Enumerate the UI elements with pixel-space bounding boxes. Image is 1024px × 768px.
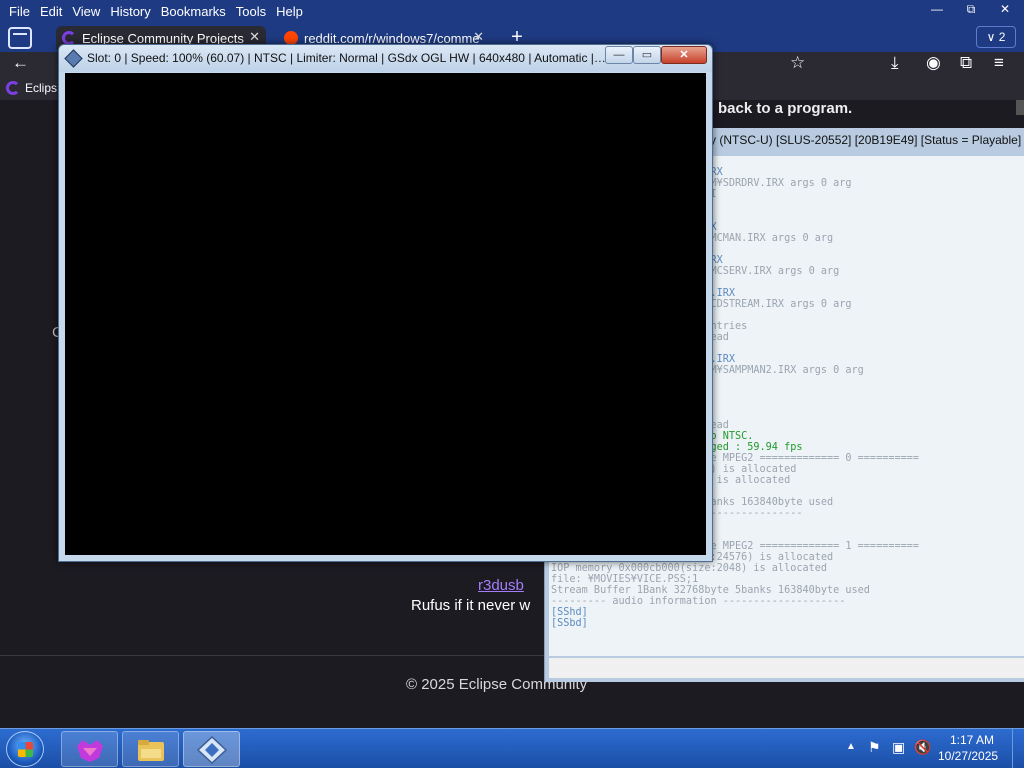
browser-menubar: File Edit View History Bookmarks Tools H… — [0, 0, 1024, 22]
gs-titlebar[interactable]: Slot: 0 | Speed: 100% (60.07) | NTSC | L… — [59, 45, 712, 72]
user-link[interactable]: r3dusb — [478, 577, 524, 594]
gs-render-viewport[interactable] — [65, 73, 706, 555]
download-icon[interactable]: ⤓ — [891, 53, 899, 73]
tab-count-button[interactable]: ∨ 2 — [976, 26, 1016, 48]
menu-history[interactable]: History — [105, 4, 155, 19]
tab-list-icon[interactable] — [8, 27, 32, 49]
eclipse-favicon-icon — [6, 81, 20, 95]
tab-close-icon[interactable]: ✕ — [249, 29, 260, 45]
tab-close-icon[interactable]: ✕ — [473, 29, 484, 45]
menu-bookmarks[interactable]: Bookmarks — [156, 4, 231, 19]
pcsx2-icon — [197, 736, 227, 764]
gs-window: Slot: 0 | Speed: 100% (60.07) | NTSC | L… — [58, 44, 713, 562]
show-hidden-icons-icon[interactable]: ▲ — [846, 741, 856, 768]
volume-muted-icon[interactable]: 🔇 — [914, 739, 931, 768]
page-banner-text: back to a program. — [718, 100, 853, 117]
menu-view[interactable]: View — [67, 4, 105, 19]
browser-restore-button[interactable]: ⧉ — [954, 0, 988, 18]
account-icon[interactable]: ◉ — [926, 53, 941, 73]
eclipse-favicon-icon — [62, 31, 76, 45]
network-icon[interactable]: ▣ — [892, 739, 905, 768]
menu-tools[interactable]: Tools — [231, 4, 271, 19]
folder-icon — [138, 740, 164, 761]
chevron-down-icon: ∨ — [986, 30, 996, 44]
post-text: Rufus if it never w — [411, 597, 531, 614]
console-line: [SShd] — [551, 607, 588, 618]
console-line: file: ¥MOVIES¥VICE.PSS;1 — [551, 574, 699, 585]
gs-maximize-button[interactable]: ▭ — [633, 46, 661, 64]
browser-window-controls: — ⧉ ✕ — [920, 0, 1022, 20]
gs-close-button[interactable]: ✕ — [661, 46, 707, 64]
tab-count: 2 — [998, 30, 1006, 44]
console-line: Stream Buffer 1Bank 32768byte 5banks 163… — [551, 585, 870, 596]
browser-close-button[interactable]: ✕ — [988, 0, 1022, 18]
clock-date[interactable]: 10/27/2025 — [938, 749, 998, 763]
gs-minimize-button[interactable]: — — [605, 46, 633, 64]
taskbar-pcsx2-button[interactable] — [183, 731, 240, 767]
pcsx2-main-window-title: y (NTSC-U) [SLUS-20552] [20B19E49] [Stat… — [708, 128, 1024, 152]
clock-time[interactable]: 1:17 AM — [950, 733, 994, 747]
gs-title: Slot: 0 | Speed: 100% (60.07) | NTSC | L… — [87, 51, 607, 65]
menu-edit[interactable]: Edit — [35, 4, 67, 19]
page-scrollbar[interactable] — [1016, 100, 1024, 115]
browser-minimize-button[interactable]: — — [920, 0, 954, 18]
menu-help[interactable]: Help — [271, 4, 308, 19]
bookmark-eclipse[interactable]: Eclips — [6, 81, 57, 95]
taskbar-explorer-button[interactable] — [122, 731, 179, 767]
pcsx2-icon — [64, 49, 83, 68]
console-line: --------- audio information ------------… — [551, 596, 846, 607]
start-button[interactable] — [6, 731, 44, 767]
console-line: [SSbd] — [551, 618, 588, 629]
back-arrow-icon[interactable]: ← — [12, 53, 29, 73]
console-line: IOP memory 0x000cb000(size:2048) is allo… — [551, 563, 828, 574]
bookmark-label: Eclips — [25, 81, 58, 95]
action-center-flag-icon[interactable]: ⚑ — [868, 739, 881, 768]
show-desktop-button[interactable] — [1012, 729, 1024, 768]
firefox-icon — [77, 740, 103, 762]
bookmark-star-icon[interactable]: ☆ — [790, 53, 805, 73]
taskbar-firefox-button[interactable] — [61, 731, 118, 767]
menu-file[interactable]: File — [4, 4, 35, 19]
taskbar: ▲ ⚑ ▣ 🔇 1:17 AM 10/27/2025 — [0, 728, 1024, 768]
app-menu-icon[interactable]: ≡ — [994, 53, 1004, 73]
reddit-favicon-icon — [284, 31, 298, 45]
console-status-bar — [549, 658, 1024, 678]
extensions-icon[interactable]: ⧉ — [960, 53, 972, 73]
